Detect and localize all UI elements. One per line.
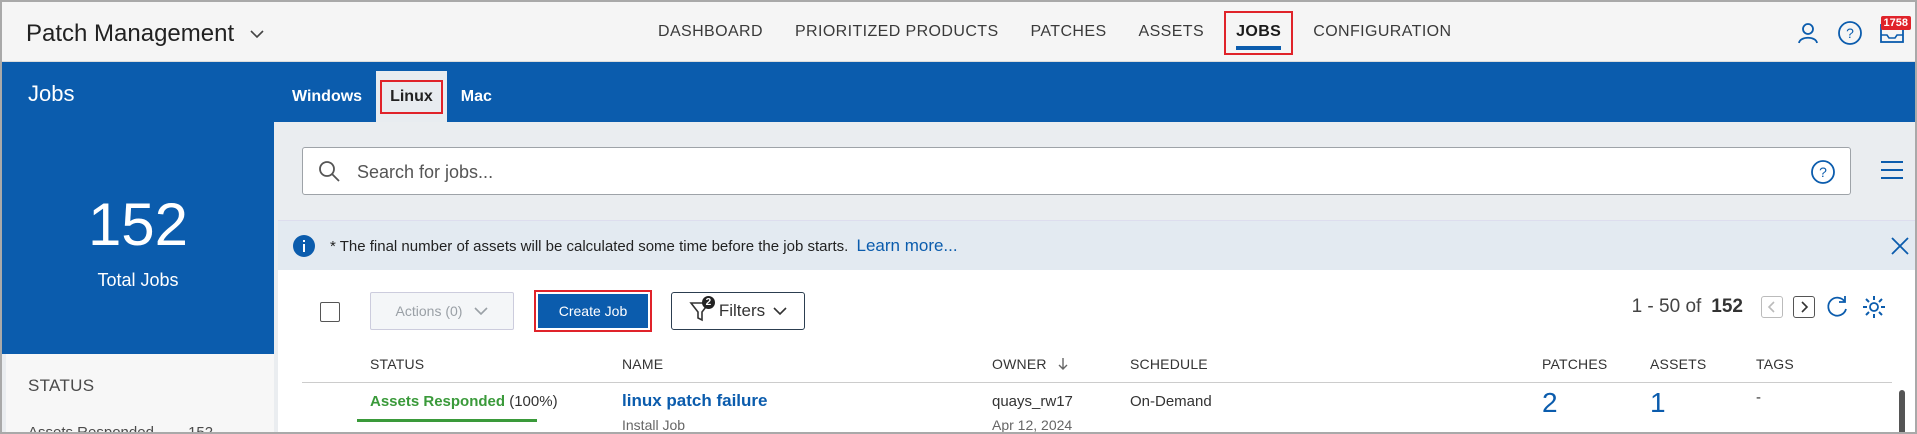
next-page-button[interactable] <box>1793 296 1815 318</box>
nav-assets[interactable]: ASSETS <box>1123 2 1221 62</box>
page-header: Jobs Windows Linux Mac <box>2 62 1915 122</box>
search-help-icon[interactable]: ? <box>1810 159 1836 185</box>
tab-mac[interactable]: Mac <box>447 71 506 122</box>
close-icon[interactable] <box>1889 235 1911 257</box>
user-icon[interactable] <box>1795 20 1821 46</box>
prev-page-button[interactable] <box>1761 296 1783 318</box>
job-owner: quays_rw17 <box>992 393 1073 410</box>
tab-windows[interactable]: Windows <box>278 71 376 122</box>
column-schedule[interactable]: SCHEDULE <box>1130 356 1208 372</box>
search-bar: ? <box>302 147 1851 195</box>
page-range: 1 - 50 of <box>1631 296 1702 317</box>
svg-text:?: ? <box>1846 25 1854 41</box>
chevron-down-icon <box>773 307 787 316</box>
chevron-right-icon <box>1801 301 1809 313</box>
top-icons: ? 1758 <box>1795 16 1911 46</box>
refresh-icon[interactable] <box>1825 294 1851 320</box>
app-switcher[interactable]: Patch Management <box>26 20 264 48</box>
main-nav: DASHBOARD PRIORITIZED PRODUCTS PATCHES A… <box>642 2 1467 62</box>
column-status[interactable]: STATUS <box>370 356 424 372</box>
chevron-down-icon <box>250 30 264 39</box>
select-all-checkbox[interactable] <box>320 302 340 322</box>
info-banner: * The final number of assets will be cal… <box>278 220 1915 270</box>
svg-text:?: ? <box>1819 164 1827 180</box>
create-job-button[interactable]: Create Job <box>538 294 648 328</box>
info-icon <box>293 235 315 257</box>
nav-patches[interactable]: PATCHES <box>1015 2 1123 62</box>
status-progress-bar <box>357 419 537 422</box>
filter-count-badge: 2 <box>701 296 715 309</box>
total-jobs-label: Total Jobs <box>97 270 179 290</box>
search-input[interactable] <box>357 158 1757 186</box>
settings-gear-icon[interactable] <box>1861 294 1887 320</box>
nav-prioritized-products[interactable]: PRIORITIZED PRODUCTS <box>779 2 1015 62</box>
notifications-button[interactable]: 1758 <box>1879 16 1911 46</box>
nav-jobs[interactable]: JOBS <box>1220 2 1297 62</box>
info-message: * The final number of assets will be cal… <box>330 236 958 255</box>
notification-badge: 1758 <box>1880 16 1911 30</box>
status-heading: STATUS <box>28 376 95 395</box>
job-status: Assets Responded (100%) <box>370 393 558 410</box>
main-content: ? * The final number of assets will be c… <box>278 122 1915 433</box>
tab-linux[interactable]: Linux <box>376 71 447 122</box>
table-header: STATUS NAME OWNER SCHEDULE PATCHES ASSET… <box>278 348 1915 382</box>
table-body: Assets Responded (100%) linux patch fail… <box>302 382 1892 433</box>
job-tags: - <box>1756 389 1761 406</box>
learn-more-link[interactable]: Learn more... <box>857 236 958 255</box>
column-name[interactable]: NAME <box>622 356 663 372</box>
job-name-link[interactable]: linux patch failure <box>622 391 767 411</box>
highlight-box: Create Job <box>534 290 652 332</box>
sort-down-icon <box>1058 358 1068 370</box>
highlight-box <box>380 80 443 114</box>
highlight-box <box>1224 11 1294 55</box>
pagination: 1 - 50 of 152 <box>1632 294 1887 320</box>
column-assets[interactable]: ASSETS <box>1650 356 1706 372</box>
job-assets-count[interactable]: 1 <box>1650 387 1666 419</box>
chevron-left-icon <box>1767 301 1775 313</box>
jobs-list: Actions (0) Create Job 2 Filters 1 - 50 … <box>278 270 1915 433</box>
nav-dashboard[interactable]: DASHBOARD <box>642 2 779 62</box>
filters-button[interactable]: 2 Filters <box>671 292 805 330</box>
job-type: Install Job <box>622 417 686 433</box>
total-jobs-count: 152 <box>87 191 189 258</box>
column-patches[interactable]: PATCHES <box>1542 356 1607 372</box>
os-tabs: Windows Linux Mac <box>278 71 506 122</box>
nav-configuration[interactable]: CONFIGURATION <box>1297 2 1467 62</box>
status-row[interactable]: Assets Responded 152 <box>28 424 213 432</box>
help-icon[interactable]: ? <box>1837 20 1863 46</box>
job-patches-count[interactable]: 2 <box>1542 387 1558 419</box>
column-tags[interactable]: TAGS <box>1756 356 1794 372</box>
column-owner[interactable]: OWNER <box>992 356 1069 372</box>
app-window: Patch Management DASHBOARD PRIORITIZED P… <box>0 0 1917 434</box>
actions-dropdown[interactable]: Actions (0) <box>370 292 514 330</box>
total-jobs-card[interactable]: 152 Total Jobs <box>2 122 274 354</box>
hamburger-menu-icon[interactable] <box>1879 159 1905 181</box>
search-icon <box>319 161 340 182</box>
summary-panel: 152 Total Jobs STATUS Assets Responded 1… <box>2 122 278 432</box>
page-title: Jobs <box>28 81 75 106</box>
page-total: 152 <box>1711 296 1743 317</box>
job-date: Apr 12, 2024 <box>992 417 1073 433</box>
vertical-scrollbar[interactable] <box>1899 390 1905 432</box>
chevron-down-icon <box>474 307 489 316</box>
job-schedule: On-Demand <box>1130 393 1212 410</box>
top-bar: Patch Management DASHBOARD PRIORITIZED P… <box>2 2 1915 62</box>
app-title: Patch Management <box>26 20 235 47</box>
filter-icon: 2 <box>689 296 715 323</box>
status-section: STATUS Assets Responded 152 <box>6 354 274 432</box>
